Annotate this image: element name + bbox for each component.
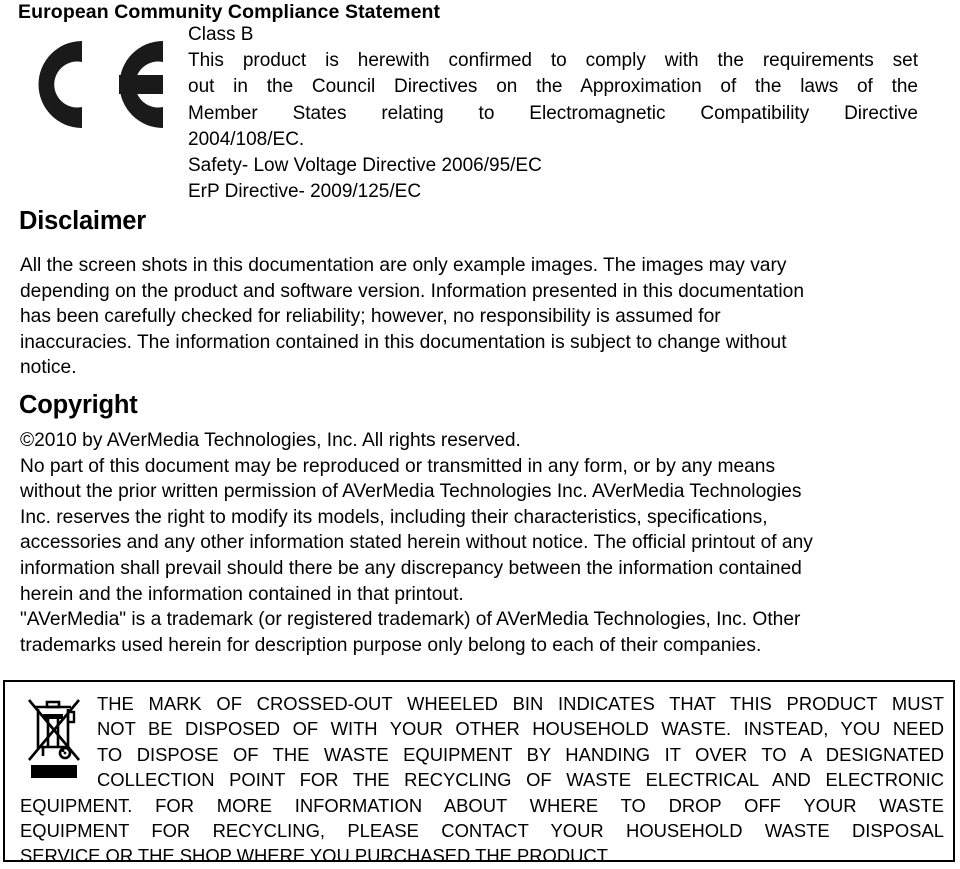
- weee-line: THE MARK OF CROSSED-OUT WHEELED BIN INDI…: [97, 693, 944, 714]
- weee-line: TO DISPOSE OF THE WASTE EQUIPMENT BY HAN…: [97, 743, 944, 765]
- disclaimer-line: All the screen shots in this documentati…: [20, 255, 787, 276]
- disclaimer-line: inaccuracies. The information contained …: [20, 331, 787, 353]
- weee-line: EQUIPMENT. FOR MORE INFORMATION ABOUT WH…: [20, 794, 944, 816]
- ec-erp-directive: ErP Directive- 2009/125/EC: [188, 181, 422, 203]
- weee-line: EQUIPMENT FOR RECYCLING, PLEASE CONTACT …: [20, 820, 944, 842]
- copyright-heading: Copyright: [19, 391, 138, 419]
- weee-line: SERVICE OR THE SHOP WHERE YOU PURCHASED …: [20, 845, 611, 867]
- disclaimer-heading: Disclaimer: [19, 207, 146, 235]
- ec-statement-line-3: Member States relating to Electromagneti…: [188, 102, 918, 124]
- weee-notice-box: THE MARK OF CROSSED-OUT WHEELED BIN INDI…: [3, 680, 955, 866]
- ec-statement-line-2: out in the Council Directives on the App…: [188, 76, 918, 98]
- copyright-line: trademarks used herein for description p…: [20, 634, 762, 656]
- disclaimer-line: notice.: [20, 357, 77, 379]
- copyright-line: ©2010 by AVerMedia Technologies, Inc. Al…: [20, 430, 521, 451]
- disclaimer-line: has been carefully checked for reliabili…: [20, 306, 721, 328]
- copyright-line: information shall prevail should there b…: [20, 557, 802, 579]
- ec-compliance-heading: European Community Compliance Statement: [18, 1, 441, 23]
- ce-mark-icon: [20, 32, 168, 137]
- disclaimer-line: depending on the product and software ve…: [20, 280, 804, 302]
- ec-statement-line-4: 2004/108/EC.: [188, 128, 305, 150]
- weee-line: COLLECTION POINT FOR THE RECYCLING OF WA…: [97, 769, 944, 791]
- disclaimer-body: All the screen shots in this documentati…: [20, 253, 932, 381]
- copyright-body: ©2010 by AVerMedia Technologies, Inc. Al…: [20, 428, 932, 658]
- copyright-line: accessories and any other information st…: [20, 532, 813, 554]
- ec-safety-directive: Safety- Low Voltage Directive 2006/95/EC: [188, 155, 542, 177]
- copyright-line: "AVerMedia" is a trademark (or registere…: [20, 609, 801, 631]
- copyright-line: Inc. reserves the right to modify its mo…: [20, 506, 768, 528]
- weee-notice-text: THE MARK OF CROSSED-OUT WHEELED BIN INDI…: [20, 691, 944, 869]
- copyright-line: herein and the information contained in …: [20, 583, 464, 605]
- ec-compliance-body: Class B This product is herewith confirm…: [188, 22, 918, 205]
- document-page: European Community Compliance Statement …: [0, 0, 960, 869]
- copyright-line: No part of this document may be reproduc…: [20, 455, 776, 477]
- ec-class-label: Class B: [188, 24, 254, 45]
- copyright-line: without the prior written permission of …: [20, 481, 802, 503]
- weee-line: NOT BE DISPOSED OF WITH YOUR OTHER HOUSE…: [97, 718, 944, 740]
- ec-statement-line-1: This product is herewith confirmed to co…: [188, 50, 918, 72]
